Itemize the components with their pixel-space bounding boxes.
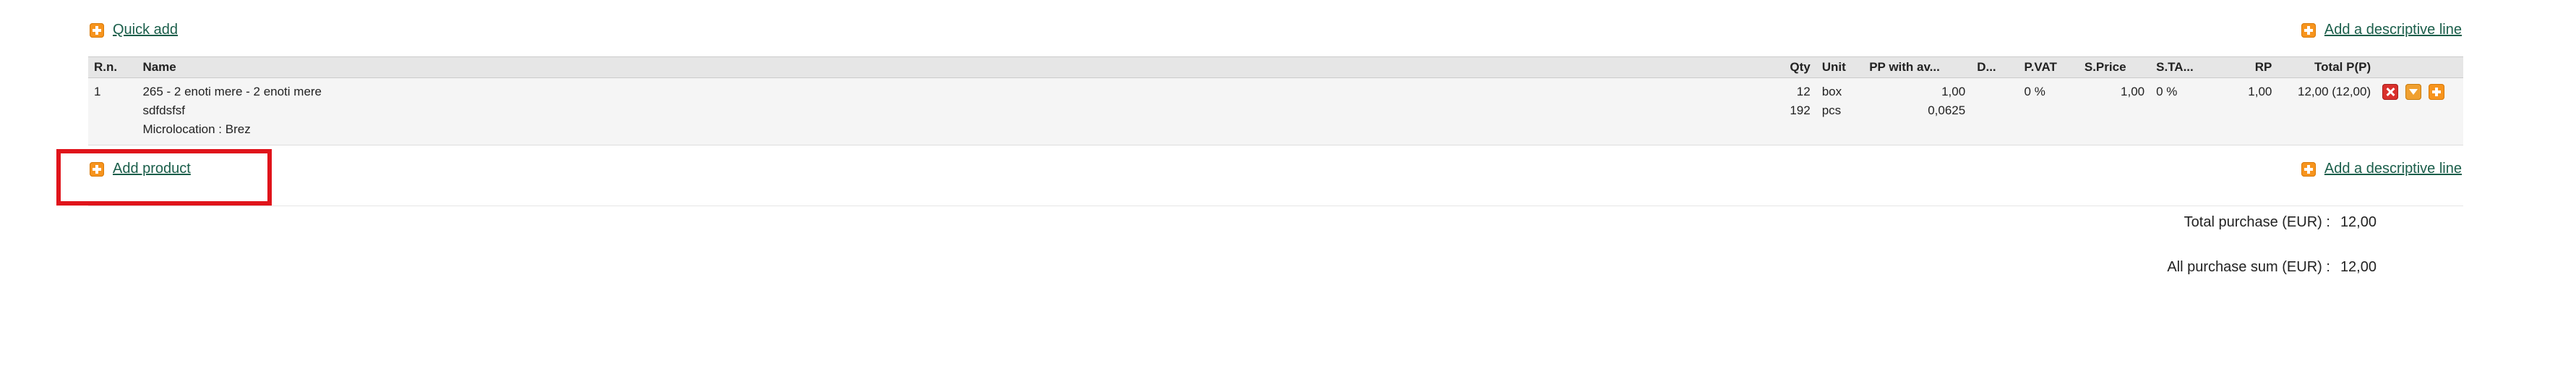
cell-rp: 1,00 [2248,85,2272,98]
qty-secondary: 192 [1790,103,1811,117]
total-purchase-value: 12,00 [2340,214,2377,230]
item-description: sdfdsfsf [142,103,186,117]
delete-icon[interactable] [2382,84,2399,100]
insert-row-icon[interactable] [2429,84,2445,100]
table-row[interactable]: 1 265 - 2 enoti mere - 2 enoti mere sdfd… [88,77,2463,145]
cell-d [1971,78,2018,145]
column-header-pvat[interactable]: P.VAT [2019,57,2079,78]
items-table: R.n. Name Qty Unit PP with av... D... P.… [88,56,2463,145]
all-purchase-value: 12,00 [2340,259,2377,275]
column-header-actions [2377,57,2463,78]
items-table-container: R.n. Name Qty Unit PP with av... D... P.… [88,56,2463,145]
cell-name: 265 - 2 enoti mere - 2 enoti mere sdfdsf… [137,78,1748,145]
add-descriptive-line-bottom-link[interactable]: Add a descriptive line [2301,161,2462,177]
unit-primary: box [1821,85,1842,98]
quick-add-label[interactable]: Quick add [113,22,178,38]
add-product-link[interactable]: Add product [90,161,191,177]
qty-primary: 12 [1796,85,1811,98]
total-purchase-label: Total purchase (EUR) : [2184,214,2330,230]
column-header-d[interactable]: D... [1971,57,2018,78]
purchase-items-page: Quick add Add a descriptive line R.n. Na… [0,0,2576,385]
cell-rn: 1 [94,85,101,98]
cell-pvat: 0 % [2024,85,2045,98]
column-header-sprice[interactable]: S.Price [2079,57,2150,78]
cell-actions [2377,78,2463,145]
column-header-unit[interactable]: Unit [1816,57,1864,78]
all-purchase-label: All purchase sum (EUR) : [2167,259,2330,275]
cell-pp: 1,00 0,0625 [1863,78,1971,145]
total-purchase-row: Total purchase (EUR) : 12,00 [2184,214,2377,231]
cell-sprice: 1,00 [2121,85,2145,98]
pp-secondary: 0,0625 [1928,103,1966,117]
column-header-name[interactable]: Name [137,57,1748,78]
cell-sta: 0 % [2156,85,2178,98]
column-header-pp[interactable]: PP with av... [1863,57,1971,78]
column-header-total[interactable]: Total P(P) [2277,57,2377,78]
add-descriptive-line-top-link[interactable]: Add a descriptive line [2301,22,2462,38]
column-header-sta[interactable]: S.TA... [2150,57,2212,78]
move-down-icon[interactable] [2405,84,2422,100]
plus-icon [90,22,104,38]
add-product-label[interactable]: Add product [113,161,191,177]
plus-icon [2301,161,2316,177]
column-header-rp[interactable]: RP [2212,57,2278,78]
table-header-row: R.n. Name Qty Unit PP with av... D... P.… [88,56,2463,78]
cell-qty: 12 192 [1748,78,1816,145]
add-descriptive-line-bottom-label[interactable]: Add a descriptive line [2324,161,2462,177]
add-descriptive-line-top-label[interactable]: Add a descriptive line [2324,22,2462,38]
cell-total: 12,00 (12,00) [2297,85,2371,98]
cell-unit: box pcs [1816,78,1864,145]
pp-primary: 1,00 [1941,85,1966,98]
column-header-rn[interactable]: R.n. [88,57,137,78]
plus-icon [90,161,104,177]
all-purchase-row: All purchase sum (EUR) : 12,00 [2167,259,2377,276]
column-header-qty[interactable]: Qty [1748,57,1816,78]
item-microlocation: Microlocation : Brez [142,122,251,136]
plus-icon [2301,22,2316,38]
item-name: 265 - 2 enoti mere - 2 enoti mere [142,85,322,98]
unit-secondary: pcs [1821,103,1842,117]
highlight-box [56,149,272,206]
quick-add-link[interactable]: Quick add [90,22,178,38]
